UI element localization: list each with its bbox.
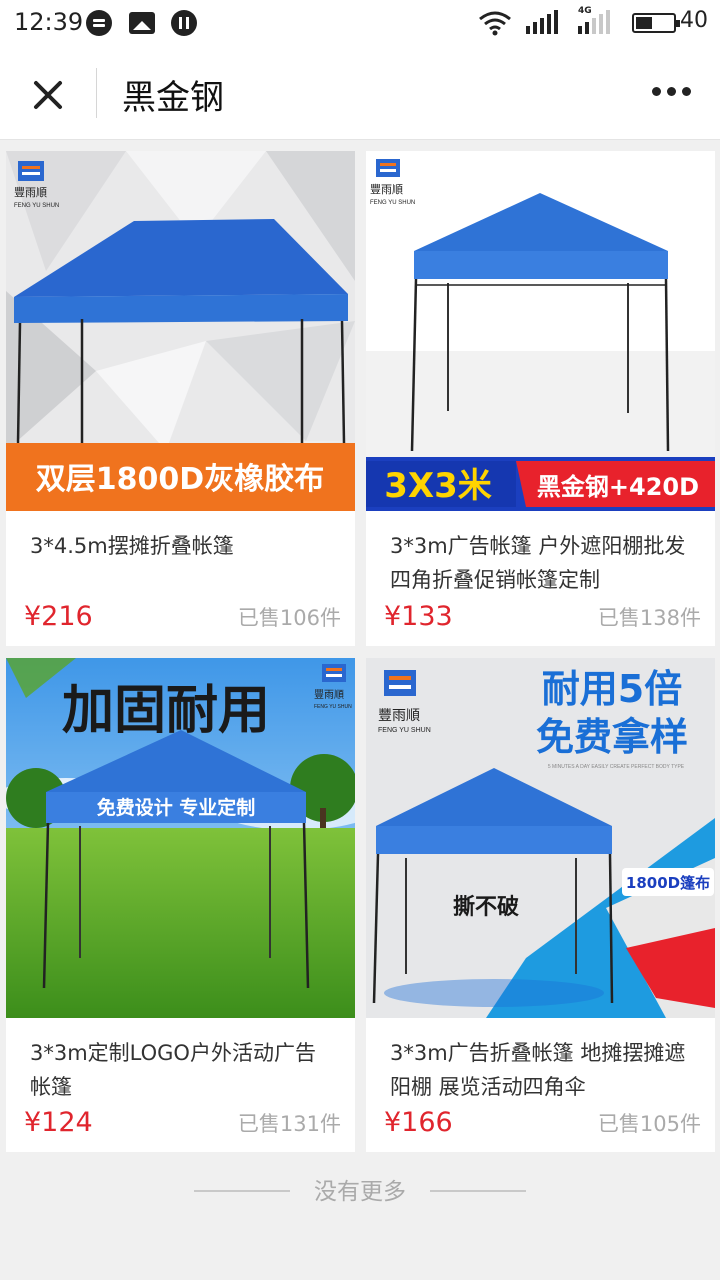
sold-count: 已售131件 <box>237 1112 341 1136</box>
svg-text:FENG YU SHUN: FENG YU SHUN <box>14 203 59 209</box>
product-card[interactable]: 豐雨順 FENG YU SHUN 双层1800D灰橡胶布 3*4.5m摆摊折叠帐… <box>6 151 355 646</box>
product-title[interactable]: 3*3m定制LOGO户外活动广告帐篷 <box>30 1036 330 1104</box>
status-time: 12:39 <box>14 8 84 36</box>
close-icon[interactable] <box>28 74 68 114</box>
product-image[interactable]: 1800D篷布 耐用5倍 免费拿样 5 MINUTES A DAY EASILY… <box>366 658 715 1018</box>
list-end-indicator: 没有更多 <box>0 1170 720 1210</box>
product-image[interactable]: 豐雨順 FENG YU SHUN 双层1800D灰橡胶布 <box>6 151 355 511</box>
nav-divider <box>96 68 97 118</box>
product-price: ¥124 <box>24 1107 93 1138</box>
brand-logo-text: 豐雨順 <box>14 186 47 199</box>
svg-text:5 MINUTES A DAY EASILY CREATE: 5 MINUTES A DAY EASILY CREATE PERFECT BO… <box>548 764 685 770</box>
product-image[interactable]: 豐雨順 FENG YU SHUN 3X3米 黑金钢+420D <box>366 151 715 511</box>
product-image[interactable]: 加固耐用 免费设计 专业定制 豐雨順 FENG YU SHUN <box>6 658 355 1018</box>
pause-circle-icon <box>171 10 197 36</box>
svg-text:FENG YU SHUN: FENG YU SHUN <box>378 727 431 734</box>
svg-text:FENG YU SHUN: FENG YU SHUN <box>314 704 352 710</box>
image-headline: 耐用5倍 <box>542 667 682 711</box>
product-title[interactable]: 3*3m广告折叠帐篷 地摊摆摊遮阳棚 展览活动四角伞 <box>390 1036 690 1104</box>
brand-logo-text: 豐雨順 <box>370 183 403 196</box>
battery-icon <box>632 13 680 33</box>
brand-logo-text: 豐雨順 <box>378 708 420 724</box>
sold-count: 已售138件 <box>597 606 701 630</box>
image-center-text: 撕不破 <box>453 894 519 920</box>
tent-print-text: 免费设计 专业定制 <box>97 796 256 819</box>
page-title: 黑金钢 <box>122 78 224 118</box>
chat-bubble-icon <box>86 10 112 36</box>
material-tag: 1800D篷布 <box>626 874 710 892</box>
sold-count: 已售106件 <box>237 606 341 630</box>
divider-line <box>430 1190 526 1192</box>
product-price: ¥216 <box>24 601 93 632</box>
battery-level: 40 <box>680 8 708 33</box>
product-card[interactable]: 豐雨順 FENG YU SHUN 3X3米 黑金钢+420D 3*3m广告帐篷 … <box>366 151 715 646</box>
nav-bar: 黑金钢 <box>0 46 720 140</box>
image-headline: 加固耐用 <box>62 680 270 741</box>
product-card[interactable]: 1800D篷布 耐用5倍 免费拿样 5 MINUTES A DAY EASILY… <box>366 658 715 1152</box>
product-title[interactable]: 3*3m广告帐篷 户外遮阳棚批发 四角折叠促销帐篷定制 <box>390 529 690 597</box>
image-banner-text: 双层1800D灰橡胶布 <box>36 462 324 497</box>
more-dots-icon[interactable] <box>650 82 694 102</box>
signal-4g-icon <box>578 10 610 34</box>
status-bar: 12:39 4G 40 <box>0 0 720 46</box>
no-more-text: 没有更多 <box>314 1179 406 1205</box>
product-title[interactable]: 3*4.5m摆摊折叠帐篷 <box>30 529 330 563</box>
signal-icon <box>526 10 558 34</box>
svg-text:FENG YU SHUN: FENG YU SHUN <box>370 200 415 206</box>
sold-count: 已售105件 <box>597 1112 701 1136</box>
product-price: ¥133 <box>384 601 453 632</box>
image-banner-right: 黑金钢+420D <box>537 473 699 501</box>
product-price: ¥166 <box>384 1107 453 1138</box>
wifi-icon <box>479 11 511 36</box>
brand-logo-text: 豐雨順 <box>314 688 344 701</box>
image-banner-left: 3X3米 <box>384 466 492 506</box>
product-card[interactable]: 加固耐用 免费设计 专业定制 豐雨順 FENG YU SHUN 3*3m定制LO… <box>6 658 355 1152</box>
image-icon <box>129 12 155 34</box>
image-subheadline: 免费拿样 <box>536 715 688 759</box>
